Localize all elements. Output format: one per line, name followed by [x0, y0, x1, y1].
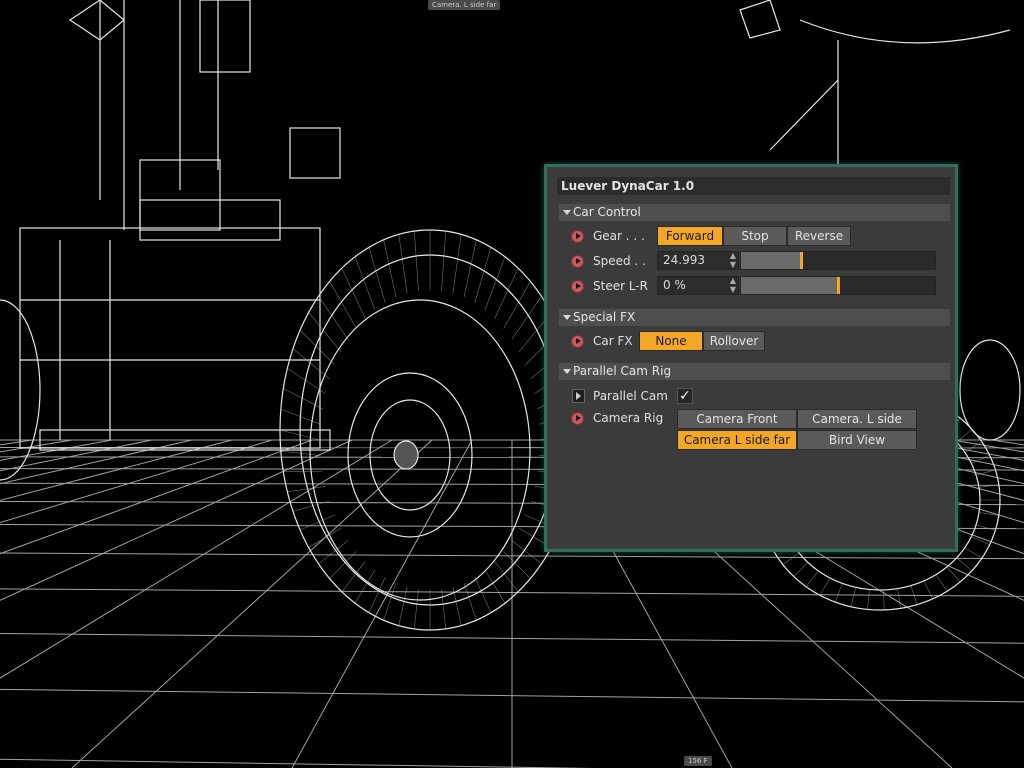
- parallel-cam-checkbox[interactable]: ✓: [677, 388, 693, 404]
- camera-l-side-button[interactable]: Camera. L side: [797, 409, 917, 429]
- collapse-triangle-icon: [563, 210, 571, 215]
- parallel-cam-label: Parallel Cam: [593, 389, 668, 403]
- bird-view-button[interactable]: Bird View: [797, 430, 917, 450]
- panel-title: Luever DynaCar 1.0: [557, 177, 950, 195]
- speed-input[interactable]: 24.993: [657, 251, 739, 270]
- camera-front-button[interactable]: Camera Front: [677, 409, 797, 429]
- speed-spinner-icon[interactable]: ▲ ▼: [729, 251, 737, 270]
- viewport-frame-label: 156 F: [684, 756, 712, 766]
- speed-slider[interactable]: [740, 251, 936, 270]
- camera-l-side-far-button[interactable]: Camera L side far: [677, 430, 797, 450]
- animation-port-icon[interactable]: [571, 230, 584, 243]
- dynacar-control-panel: Luever DynaCar 1.0 Car Control Gear . . …: [544, 164, 958, 552]
- steer-spinner-icon[interactable]: ▲ ▼: [729, 276, 737, 295]
- slider-knob[interactable]: [800, 252, 803, 269]
- steer-input[interactable]: 0 %: [657, 276, 739, 295]
- section-title: Parallel Cam Rig: [573, 364, 672, 378]
- steer-slider[interactable]: [740, 276, 936, 295]
- collapse-triangle-icon: [563, 315, 571, 320]
- slider-knob[interactable]: [837, 277, 840, 294]
- gear-reverse-button[interactable]: Reverse: [787, 226, 851, 246]
- section-car-control-header[interactable]: Car Control: [559, 204, 950, 221]
- gear-label: Gear . . .: [593, 229, 645, 243]
- speed-label: Speed . .: [593, 254, 646, 268]
- collapse-triangle-icon: [563, 369, 571, 374]
- steer-label: Steer L-R: [593, 279, 648, 293]
- animation-port-icon[interactable]: [571, 335, 584, 348]
- gear-forward-button[interactable]: Forward: [657, 226, 723, 246]
- car-fx-label: Car FX: [593, 334, 633, 348]
- section-special-fx-header[interactable]: Special FX: [559, 309, 950, 326]
- viewport-camera-label: Camera. L side far: [428, 0, 501, 10]
- animation-port-icon[interactable]: [571, 280, 584, 293]
- car-fx-rollover-button[interactable]: Rollover: [703, 331, 765, 351]
- animation-port-icon[interactable]: [572, 389, 585, 403]
- gear-stop-button[interactable]: Stop: [723, 226, 787, 246]
- animation-port-icon[interactable]: [571, 412, 584, 425]
- camera-rig-label: Camera Rig: [593, 411, 664, 425]
- animation-port-icon[interactable]: [571, 255, 584, 268]
- section-parallel-cam-rig-header[interactable]: Parallel Cam Rig: [559, 363, 950, 380]
- car-fx-none-button[interactable]: None: [639, 331, 703, 351]
- section-title: Special FX: [573, 310, 636, 324]
- section-title: Car Control: [573, 205, 641, 219]
